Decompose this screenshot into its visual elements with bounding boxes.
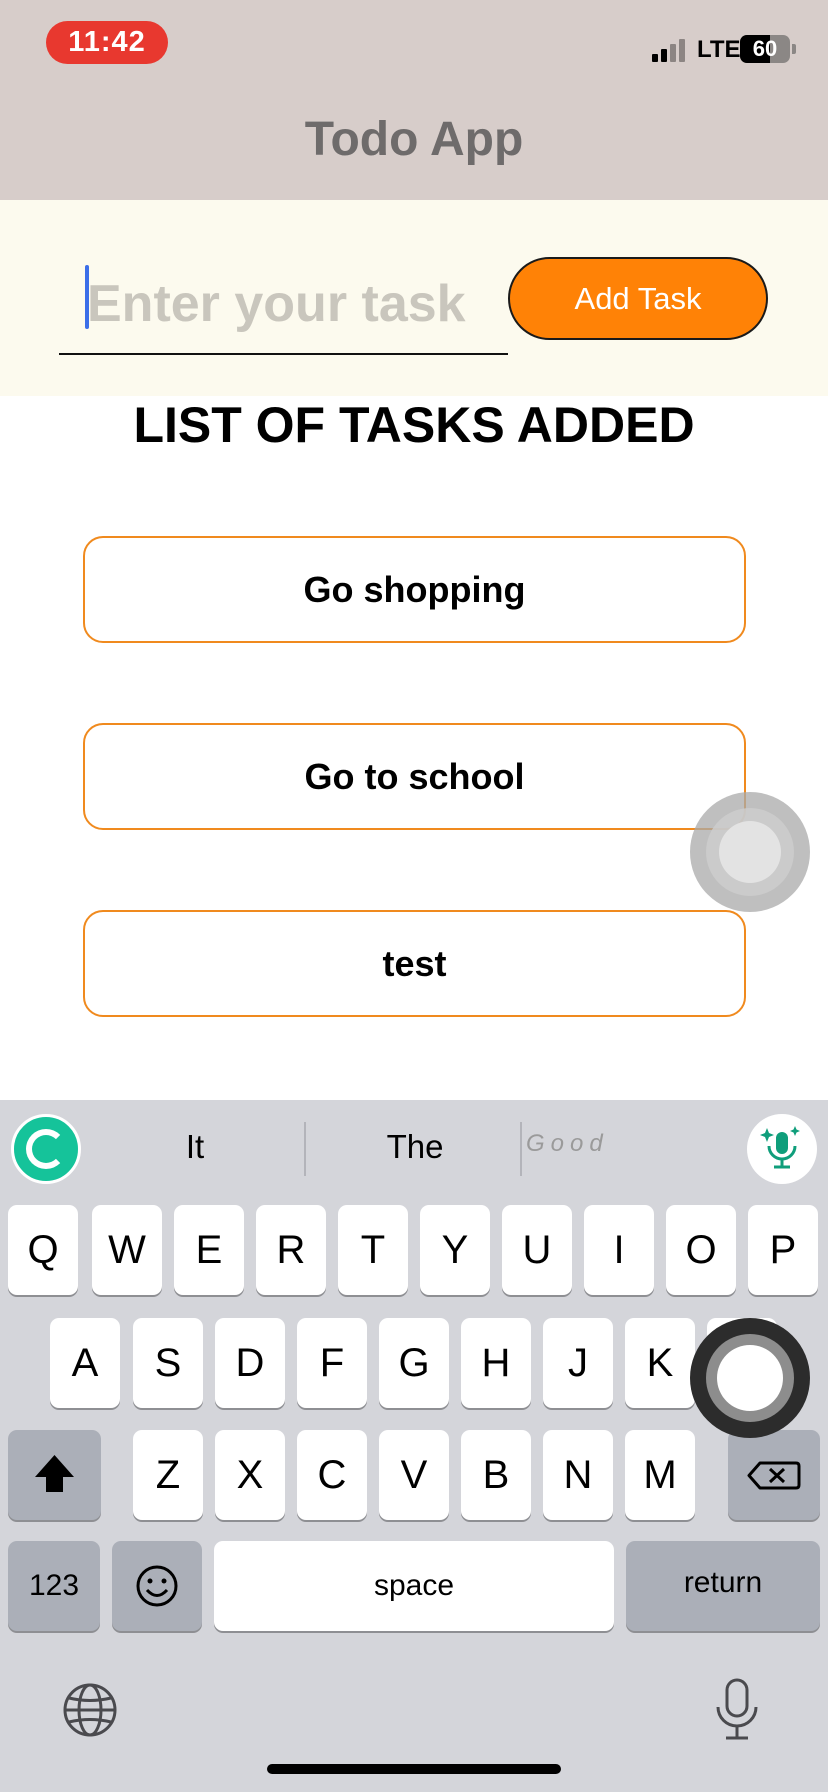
key-n[interactable]: N bbox=[543, 1430, 613, 1520]
key-d[interactable]: D bbox=[215, 1318, 285, 1408]
app-title: Todo App bbox=[304, 113, 524, 166]
dictation-icon[interactable] bbox=[712, 1677, 762, 1743]
battery-tip bbox=[792, 44, 796, 54]
task-form: Add Task bbox=[0, 200, 828, 396]
key-b[interactable]: B bbox=[461, 1430, 531, 1520]
task-item[interactable]: Go shopping bbox=[83, 536, 746, 643]
key-a[interactable]: A bbox=[50, 1318, 120, 1408]
mic-sparkle-icon[interactable] bbox=[747, 1114, 817, 1184]
suggestion-divider bbox=[520, 1122, 522, 1176]
key-j[interactable]: J bbox=[543, 1318, 613, 1408]
numbers-key[interactable]: 123 bbox=[8, 1541, 100, 1631]
key-m[interactable]: M bbox=[625, 1430, 695, 1520]
key-s[interactable]: S bbox=[133, 1318, 203, 1408]
key-i[interactable]: I bbox=[584, 1205, 654, 1295]
key-g[interactable]: G bbox=[379, 1318, 449, 1408]
key-q[interactable]: Q bbox=[8, 1205, 78, 1295]
suggestion-divider bbox=[304, 1122, 306, 1176]
suggestion-item[interactable]: The bbox=[360, 1128, 470, 1166]
key-f[interactable]: F bbox=[297, 1318, 367, 1408]
task-input[interactable] bbox=[59, 255, 508, 355]
keyboard-assistive-touch-button[interactable] bbox=[690, 1318, 810, 1438]
key-o[interactable]: O bbox=[666, 1205, 736, 1295]
suggestion-item[interactable]: It bbox=[140, 1128, 250, 1166]
network-type: LTE bbox=[697, 36, 741, 63]
shift-icon bbox=[35, 1455, 74, 1492]
emoji-icon bbox=[136, 1565, 178, 1607]
key-c[interactable]: C bbox=[297, 1430, 367, 1520]
key-x[interactable]: X bbox=[215, 1430, 285, 1520]
grammarly-icon[interactable] bbox=[11, 1114, 81, 1184]
task-input-wrapper bbox=[59, 255, 508, 355]
key-e[interactable]: E bbox=[174, 1205, 244, 1295]
suggestion-item-faded[interactable]: Good bbox=[526, 1130, 609, 1158]
battery-level: 60 bbox=[752, 36, 778, 61]
backspace-key[interactable] bbox=[728, 1430, 820, 1520]
key-u[interactable]: U bbox=[502, 1205, 572, 1295]
suggestion-bar: It The Good bbox=[0, 1100, 828, 1198]
status-bar: 11:42 LTE 60 bbox=[0, 0, 828, 90]
key-r[interactable]: R bbox=[256, 1205, 326, 1295]
assistive-touch-button[interactable] bbox=[690, 792, 810, 912]
shift-key[interactable] bbox=[8, 1430, 101, 1520]
key-w[interactable]: W bbox=[92, 1205, 162, 1295]
task-item[interactable]: test bbox=[83, 910, 746, 1017]
return-key[interactable]: return bbox=[626, 1541, 820, 1631]
signal-strength-icon bbox=[652, 38, 690, 62]
home-indicator bbox=[267, 1764, 561, 1774]
key-z[interactable]: Z bbox=[133, 1430, 203, 1520]
key-k[interactable]: K bbox=[625, 1318, 695, 1408]
key-y[interactable]: Y bbox=[420, 1205, 490, 1295]
task-item[interactable]: Go to school bbox=[83, 723, 746, 830]
text-caret bbox=[85, 265, 89, 329]
clock-time: 11:42 bbox=[46, 21, 168, 64]
space-key[interactable]: space bbox=[214, 1541, 614, 1631]
add-task-button[interactable]: Add Task bbox=[508, 257, 768, 340]
task-list-heading: LIST OF TASKS ADDED bbox=[133, 397, 695, 453]
key-t[interactable]: T bbox=[338, 1205, 408, 1295]
keyboard: It The Good Q W E R T Y U I O P A S D F … bbox=[0, 1100, 828, 1792]
backspace-icon bbox=[747, 1461, 801, 1490]
globe-icon[interactable] bbox=[60, 1680, 120, 1740]
task-list[interactable]: Go shopping Go to school test bbox=[83, 536, 746, 1096]
emoji-key[interactable] bbox=[112, 1541, 202, 1631]
app-header: Todo App bbox=[0, 90, 828, 200]
battery-icon: 60 bbox=[740, 35, 790, 63]
key-v[interactable]: V bbox=[379, 1430, 449, 1520]
key-h[interactable]: H bbox=[461, 1318, 531, 1408]
key-p[interactable]: P bbox=[748, 1205, 818, 1295]
